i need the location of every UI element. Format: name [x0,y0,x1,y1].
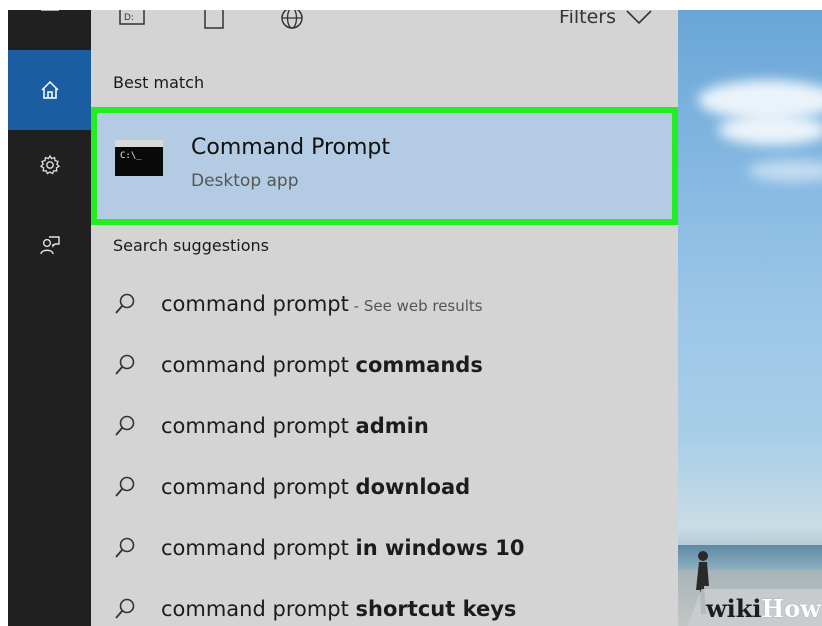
search-filter-bar: D: Filters [91,10,678,56]
suggestion-item[interactable]: command prompt in windows 10 [91,522,678,574]
gear-icon [39,154,60,175]
suggestion-query: command prompt [161,353,356,377]
suggestion-query: command prompt [161,475,356,499]
search-icon [115,354,135,375]
suggestion-hint: - See web results [348,297,483,315]
command-prompt-icon: C:\_ [115,140,163,176]
filters-label: Filters [559,10,616,28]
suggestion-completion: commands [355,353,483,377]
watermark-part-1: wiki [706,594,762,623]
filters-dropdown[interactable]: Filters [559,10,652,28]
suggestion-text: command prompt shortcut keys [161,597,516,621]
command-prompt-icon-text: C:\_ [120,151,142,161]
search-icon [115,415,135,436]
search-icon [115,598,135,619]
cloud [748,160,822,182]
suggestion-item[interactable]: command prompt - See web results [91,278,678,330]
cloud [718,115,822,145]
hamburger-menu-button[interactable] [8,10,91,18]
suggestion-text: command prompt - See web results [161,292,483,316]
suggestion-completion: admin [355,414,429,438]
best-match-subtitle: Desktop app [191,171,299,191]
cloud [698,80,822,120]
document-filter-icon[interactable] [203,10,225,30]
feedback-person-icon [39,236,60,255]
search-results-panel: D: Filters Best match C:\_ Command Promp… [91,10,678,626]
globe-web-filter-icon[interactable] [279,10,305,30]
suggestion-text: command prompt commands [161,353,483,377]
search-icon [115,293,135,314]
settings-button[interactable] [8,136,91,194]
suggestion-query: command prompt [161,292,349,316]
search-suggestions-heading: Search suggestions [113,236,270,255]
home-button[interactable] [8,50,91,130]
search-icon [115,476,135,497]
screenshot-frame: D: Filters Best match C:\_ Command Promp… [8,10,822,626]
start-menu-rail [8,10,91,626]
watermark-part-2: How [761,594,821,623]
suggestion-item[interactable]: command prompt commands [91,339,678,391]
home-icon [40,80,59,99]
suggestion-query: command prompt [161,597,356,621]
best-match-title: Command Prompt [191,135,390,160]
suggestion-text: command prompt admin [161,414,429,438]
best-match-heading: Best match [113,73,205,92]
search-icon [115,537,135,558]
feedback-button[interactable] [8,216,91,274]
chevron-down-icon [626,10,652,25]
hamburger-icon [40,10,59,11]
suggestion-item[interactable]: command prompt download [91,461,678,513]
suggestion-text: command prompt in windows 10 [161,536,524,560]
documents-filter-icon[interactable]: D: [119,10,145,27]
suggestion-completion: download [355,475,471,499]
suggestion-item[interactable]: command prompt admin [91,400,678,452]
wikihow-watermark: wikiHow [706,594,821,623]
svg-text:D:: D: [124,13,134,23]
desktop-wallpaper [678,10,822,626]
suggestion-completion: shortcut keys [355,597,517,621]
suggestion-query: command prompt [161,536,356,560]
suggestion-completion: in windows 10 [355,536,525,560]
suggestion-text: command prompt download [161,475,470,499]
best-match-result[interactable]: C:\_ Command Prompt Desktop app [91,107,678,225]
suggestion-query: command prompt [161,414,356,438]
suggestion-item[interactable]: command prompt shortcut keys [91,583,678,626]
